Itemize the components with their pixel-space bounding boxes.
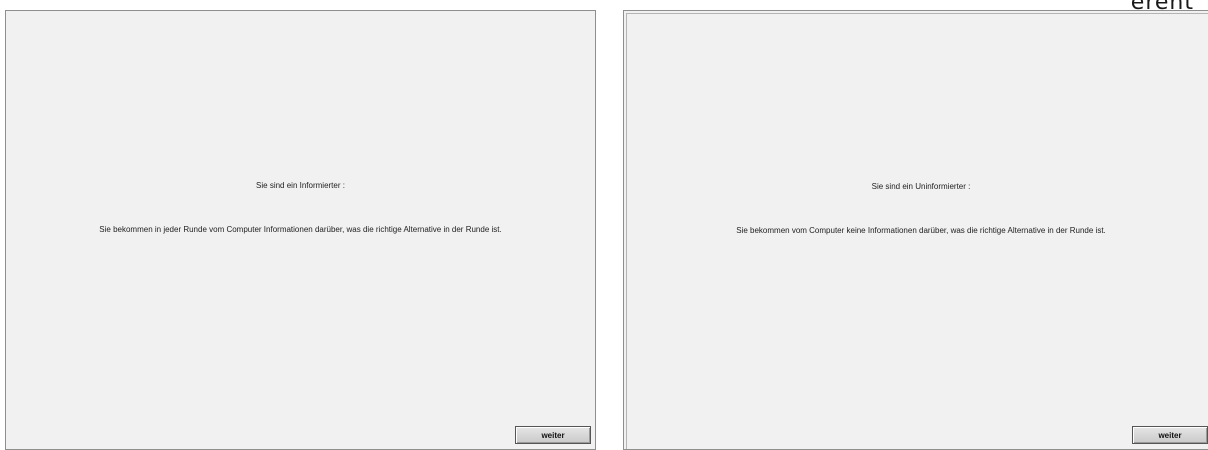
role-description: Sie bekommen vom Computer keine Informat… xyxy=(736,226,1106,235)
role-heading: Sie sind ein Uninformierter : xyxy=(871,182,971,191)
uninformed-screen-panel: Sie sind ein Uninformierter : Sie bekomm… xyxy=(623,10,1208,450)
role-description: Sie bekommen in jeder Runde vom Computer… xyxy=(99,225,502,234)
screenshot-stage: erent Sie sind ein Informierter : Sie be… xyxy=(0,0,1208,450)
weiter-button[interactable]: weiter xyxy=(1132,426,1208,444)
informed-screen-panel: Sie sind ein Informierter : Sie bekommen… xyxy=(5,10,596,450)
weiter-button[interactable]: weiter xyxy=(515,426,591,444)
role-heading: Sie sind ein Informierter : xyxy=(256,181,345,190)
